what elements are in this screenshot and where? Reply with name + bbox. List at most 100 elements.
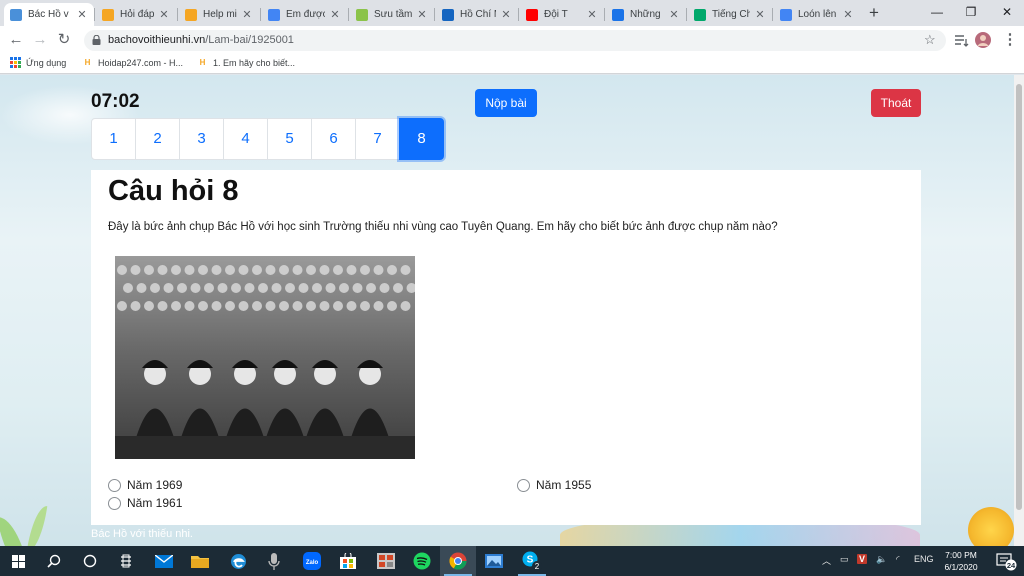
crowd-head (177, 283, 187, 293)
volume-icon[interactable]: 🔈 (876, 554, 887, 565)
photo-app-icon[interactable] (476, 546, 512, 576)
zalo-icon[interactable]: Zalo (294, 546, 330, 576)
bookmark-apps[interactable]: Ứng dụng (10, 57, 66, 68)
radio-button[interactable] (108, 496, 121, 510)
crowd-head (204, 283, 214, 293)
notifications-icon[interactable]: 24 (988, 546, 1024, 576)
answer-option-2[interactable]: Năm 1955 (517, 478, 591, 492)
browser-tab[interactable]: Sưu tầm ✕ (350, 3, 434, 26)
browser-tab[interactable]: Help min ✕ (179, 3, 259, 26)
radio-button[interactable] (517, 478, 530, 492)
chevron-up-icon[interactable]: ︿ (822, 554, 831, 567)
answer-option-1[interactable]: Năm 1969 (108, 478, 182, 492)
crowd-head (238, 265, 249, 275)
page-link-1[interactable]: 1 (91, 118, 136, 160)
minimize-button[interactable]: — (922, 2, 952, 22)
profile-avatar[interactable] (974, 31, 992, 49)
tab-title: Loón lên (798, 9, 837, 20)
close-tab-icon[interactable]: ✕ (842, 8, 854, 21)
slides-icon[interactable] (368, 546, 404, 576)
mic-app-icon[interactable] (256, 546, 292, 576)
crowd-head (130, 265, 141, 275)
close-tab-icon[interactable]: ✕ (668, 8, 680, 21)
crowd-head (393, 283, 403, 293)
browser-tab[interactable]: Loón lên ✕ (774, 3, 860, 26)
browser-tab[interactable]: Bác Hồ v ✕ (4, 3, 94, 26)
task-list-icon[interactable] (108, 546, 144, 576)
crowd-head (346, 301, 357, 311)
close-tab-icon[interactable]: ✕ (416, 8, 428, 21)
menu-kebab-icon[interactable]: ⋮ (1000, 30, 1020, 50)
scrollbar-thumb[interactable] (1016, 84, 1022, 510)
skype-badge: 2 (535, 562, 540, 571)
exit-button[interactable]: Thoát (871, 89, 921, 117)
bookmark-star-icon[interactable]: ☆ (924, 32, 936, 48)
tab-separator (94, 8, 95, 21)
submit-button[interactable]: Nộp bài (475, 89, 537, 117)
browser-tab[interactable]: Những b ✕ (606, 3, 686, 26)
close-tab-icon[interactable]: ✕ (500, 8, 512, 21)
crowd-head (387, 301, 397, 311)
crowd-head (252, 265, 262, 275)
page-link-4[interactable]: 4 (223, 118, 268, 160)
crowd-head (379, 283, 390, 293)
antivirus-icon[interactable]: V (857, 554, 868, 564)
doc-icon (10, 8, 22, 21)
mail-icon[interactable] (146, 546, 182, 576)
crowd-head (292, 301, 303, 311)
close-tab-icon[interactable]: ✕ (329, 8, 341, 21)
bookmark-hoidap247[interactable]: H Hoidap247.com - H... (82, 57, 183, 68)
browser-tab[interactable]: Hồ Chí M ✕ (436, 3, 518, 26)
crowd-head (163, 283, 174, 293)
search-icon[interactable] (36, 546, 72, 576)
store-icon[interactable] (330, 546, 366, 576)
close-window-button[interactable]: ✕ (992, 2, 1022, 22)
option-label: Năm 1955 (536, 478, 592, 492)
page-link-5[interactable]: 5 (267, 118, 312, 160)
forward-icon[interactable]: → (30, 30, 50, 50)
spotify-icon[interactable] (404, 546, 440, 576)
tab-title: Bác Hồ v (28, 9, 69, 20)
chrome-icon[interactable] (440, 546, 476, 576)
file-explorer-icon[interactable] (182, 546, 218, 576)
page-link-3[interactable]: 3 (179, 118, 224, 160)
browser-tab[interactable]: Hỏi đáp ✕ (96, 3, 176, 26)
maximize-button[interactable]: ❐ (956, 2, 986, 22)
close-tab-icon[interactable]: ✕ (76, 8, 88, 21)
radio-button[interactable] (108, 478, 121, 492)
edge-icon[interactable] (220, 546, 256, 576)
close-tab-icon[interactable]: ✕ (586, 8, 598, 21)
page-link-2[interactable]: 2 (135, 118, 180, 160)
apps-grid-icon (10, 57, 21, 68)
close-tab-icon[interactable]: ✕ (158, 8, 170, 21)
browser-tab[interactable]: Em được ✕ (262, 3, 347, 26)
battery-icon[interactable]: ▭ (840, 554, 849, 565)
crowd-head (319, 301, 330, 311)
crowd-head (252, 301, 262, 311)
close-tab-icon[interactable]: ✕ (241, 8, 253, 21)
page-link-6[interactable]: 6 (311, 118, 356, 160)
page-link-8[interactable]: 8 (399, 118, 444, 160)
reload-icon[interactable]: ↻ (54, 30, 74, 50)
crowd-head (265, 301, 276, 311)
tab-separator (434, 8, 435, 21)
close-tab-icon[interactable]: ✕ (754, 8, 766, 21)
windows-start-icon[interactable] (0, 546, 36, 576)
browser-tab[interactable]: Đội T ✕ (520, 3, 604, 26)
crowd-head (400, 265, 411, 275)
language-indicator[interactable]: ENG (914, 554, 934, 564)
page-link-7[interactable]: 7 (355, 118, 400, 160)
crowd-head (190, 283, 201, 293)
wifi-icon[interactable]: ◜ (896, 554, 900, 565)
hoidap-icon (102, 8, 114, 21)
system-clock[interactable]: 7:00 PM 6/1/2020 (938, 549, 984, 573)
reading-list-icon[interactable] (952, 31, 970, 49)
answer-option-3[interactable]: Năm 1961 (108, 496, 182, 510)
new-tab-button[interactable]: + (866, 4, 882, 22)
back-icon[interactable]: ← (6, 30, 26, 50)
browser-tab[interactable]: Tiếng Ch ✕ (688, 3, 772, 26)
task-view-icon[interactable] (72, 546, 108, 576)
bookmark-question[interactable]: H 1. Em hãy cho biết... (197, 57, 295, 68)
skype-icon[interactable]: S2 (514, 546, 550, 576)
address-bar[interactable]: bachovoithieunhi.vn/Lam-bai/1925001 ☆ (84, 30, 946, 51)
